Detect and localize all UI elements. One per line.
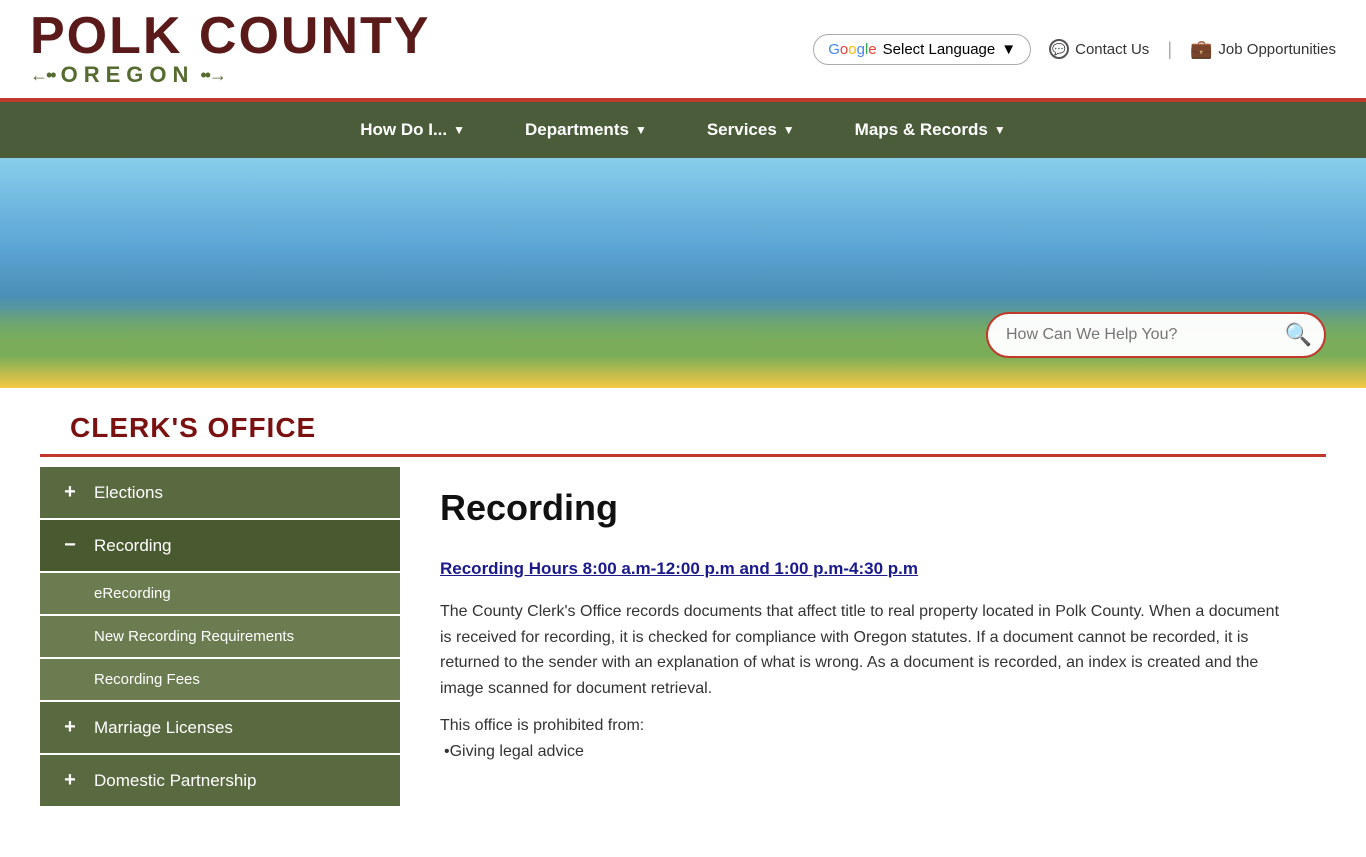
prohibited-title: This office is prohibited from:: [440, 717, 1286, 735]
sidebar-item-marriage[interactable]: + Marriage Licenses: [40, 702, 400, 753]
dept-header: CLERK'S OFFICE: [40, 388, 1326, 457]
sidebar-elections-label: Elections: [94, 483, 163, 503]
nav-services-label: Services: [707, 120, 777, 140]
google-g-icon: Google: [828, 41, 876, 58]
marriage-expand-icon: +: [60, 716, 80, 739]
sidebar-marriage-label: Marriage Licenses: [94, 718, 233, 738]
logo-area: POLK COUNTY ←•• OREGON ••→: [30, 10, 430, 88]
logo-oregon-row: ←•• OREGON ••→: [30, 62, 225, 88]
sidebar-fees-label: Recording Fees: [94, 671, 200, 688]
nav-services-arrow: ▼: [783, 123, 795, 137]
hero-banner: 🔍: [0, 158, 1366, 388]
sidebar-item-recording[interactable]: − Recording: [40, 520, 400, 571]
dept-title: CLERK'S OFFICE: [70, 412, 1296, 444]
sidebar-item-elections[interactable]: + Elections: [40, 467, 400, 518]
sidebar-new-req-label: New Recording Requirements: [94, 628, 294, 645]
sidebar-sub-erecording[interactable]: eRecording: [40, 573, 400, 614]
sidebar-sub-recording-fees[interactable]: Recording Fees: [40, 659, 400, 700]
sidebar-erecording-label: eRecording: [94, 585, 171, 602]
sidebar: + Elections − Recording eRecording New R…: [40, 457, 400, 857]
nav-services[interactable]: Services ▼: [677, 102, 825, 158]
top-right-area: Google Select Language ▼ 💬 Contact Us | …: [813, 34, 1336, 65]
search-button[interactable]: 🔍: [1275, 316, 1322, 354]
search-icon: 🔍: [1285, 322, 1312, 347]
sidebar-recording-label: Recording: [94, 536, 172, 556]
prohibited-item-1: •Giving legal advice: [440, 743, 1286, 761]
main-paragraph-1: The County Clerk's Office records docume…: [440, 599, 1286, 701]
elections-expand-icon: +: [60, 481, 80, 504]
hero-search-area: 🔍: [986, 312, 1326, 358]
logo-oregon-text: OREGON: [61, 62, 195, 88]
recording-expand-icon: −: [60, 534, 80, 557]
nav-how-do-i[interactable]: How Do I... ▼: [330, 102, 495, 158]
logo-dash-right: ••→: [200, 65, 225, 86]
content-body: + Elections − Recording eRecording New R…: [40, 457, 1326, 857]
nav-bar: How Do I... ▼ Departments ▼ Services ▼ M…: [0, 102, 1366, 158]
briefcase-icon: 💼: [1190, 39, 1212, 60]
page-title: Recording: [440, 487, 1286, 529]
divider: |: [1167, 39, 1172, 60]
sidebar-item-domestic[interactable]: + Domestic Partnership: [40, 755, 400, 806]
nav-maps-records-label: Maps & Records: [855, 120, 988, 140]
nav-departments-label: Departments: [525, 120, 629, 140]
top-bar: POLK COUNTY ←•• OREGON ••→ Google Select…: [0, 0, 1366, 102]
nav-maps-records-arrow: ▼: [994, 123, 1006, 137]
nav-maps-records[interactable]: Maps & Records ▼: [825, 102, 1036, 158]
nav-how-do-i-label: How Do I...: [360, 120, 447, 140]
main-content: Recording Recording Hours 8:00 a.m-12:00…: [400, 457, 1326, 857]
logo-dash-left: ←••: [30, 65, 55, 86]
speech-bubble-icon: 💬: [1049, 39, 1069, 59]
domestic-expand-icon: +: [60, 769, 80, 792]
translate-arrow-icon: ▼: [1001, 41, 1016, 58]
logo-polk[interactable]: POLK COUNTY: [30, 10, 430, 62]
translate-label: Select Language: [883, 41, 996, 58]
contact-link[interactable]: 💬 Contact Us: [1049, 39, 1149, 59]
jobs-link[interactable]: 💼 Job Opportunities: [1190, 39, 1336, 60]
sidebar-sub-new-requirements[interactable]: New Recording Requirements: [40, 616, 400, 657]
nav-departments[interactable]: Departments ▼: [495, 102, 677, 158]
nav-how-do-i-arrow: ▼: [453, 123, 465, 137]
recording-hours-link[interactable]: Recording Hours 8:00 a.m-12:00 p.m and 1…: [440, 559, 1286, 579]
sidebar-domestic-label: Domestic Partnership: [94, 771, 257, 791]
content-wrapper: CLERK'S OFFICE + Elections − Recording e…: [40, 388, 1326, 857]
nav-departments-arrow: ▼: [635, 123, 647, 137]
jobs-label: Job Opportunities: [1218, 41, 1336, 58]
contact-label: Contact Us: [1075, 41, 1149, 58]
translate-button[interactable]: Google Select Language ▼: [813, 34, 1031, 65]
